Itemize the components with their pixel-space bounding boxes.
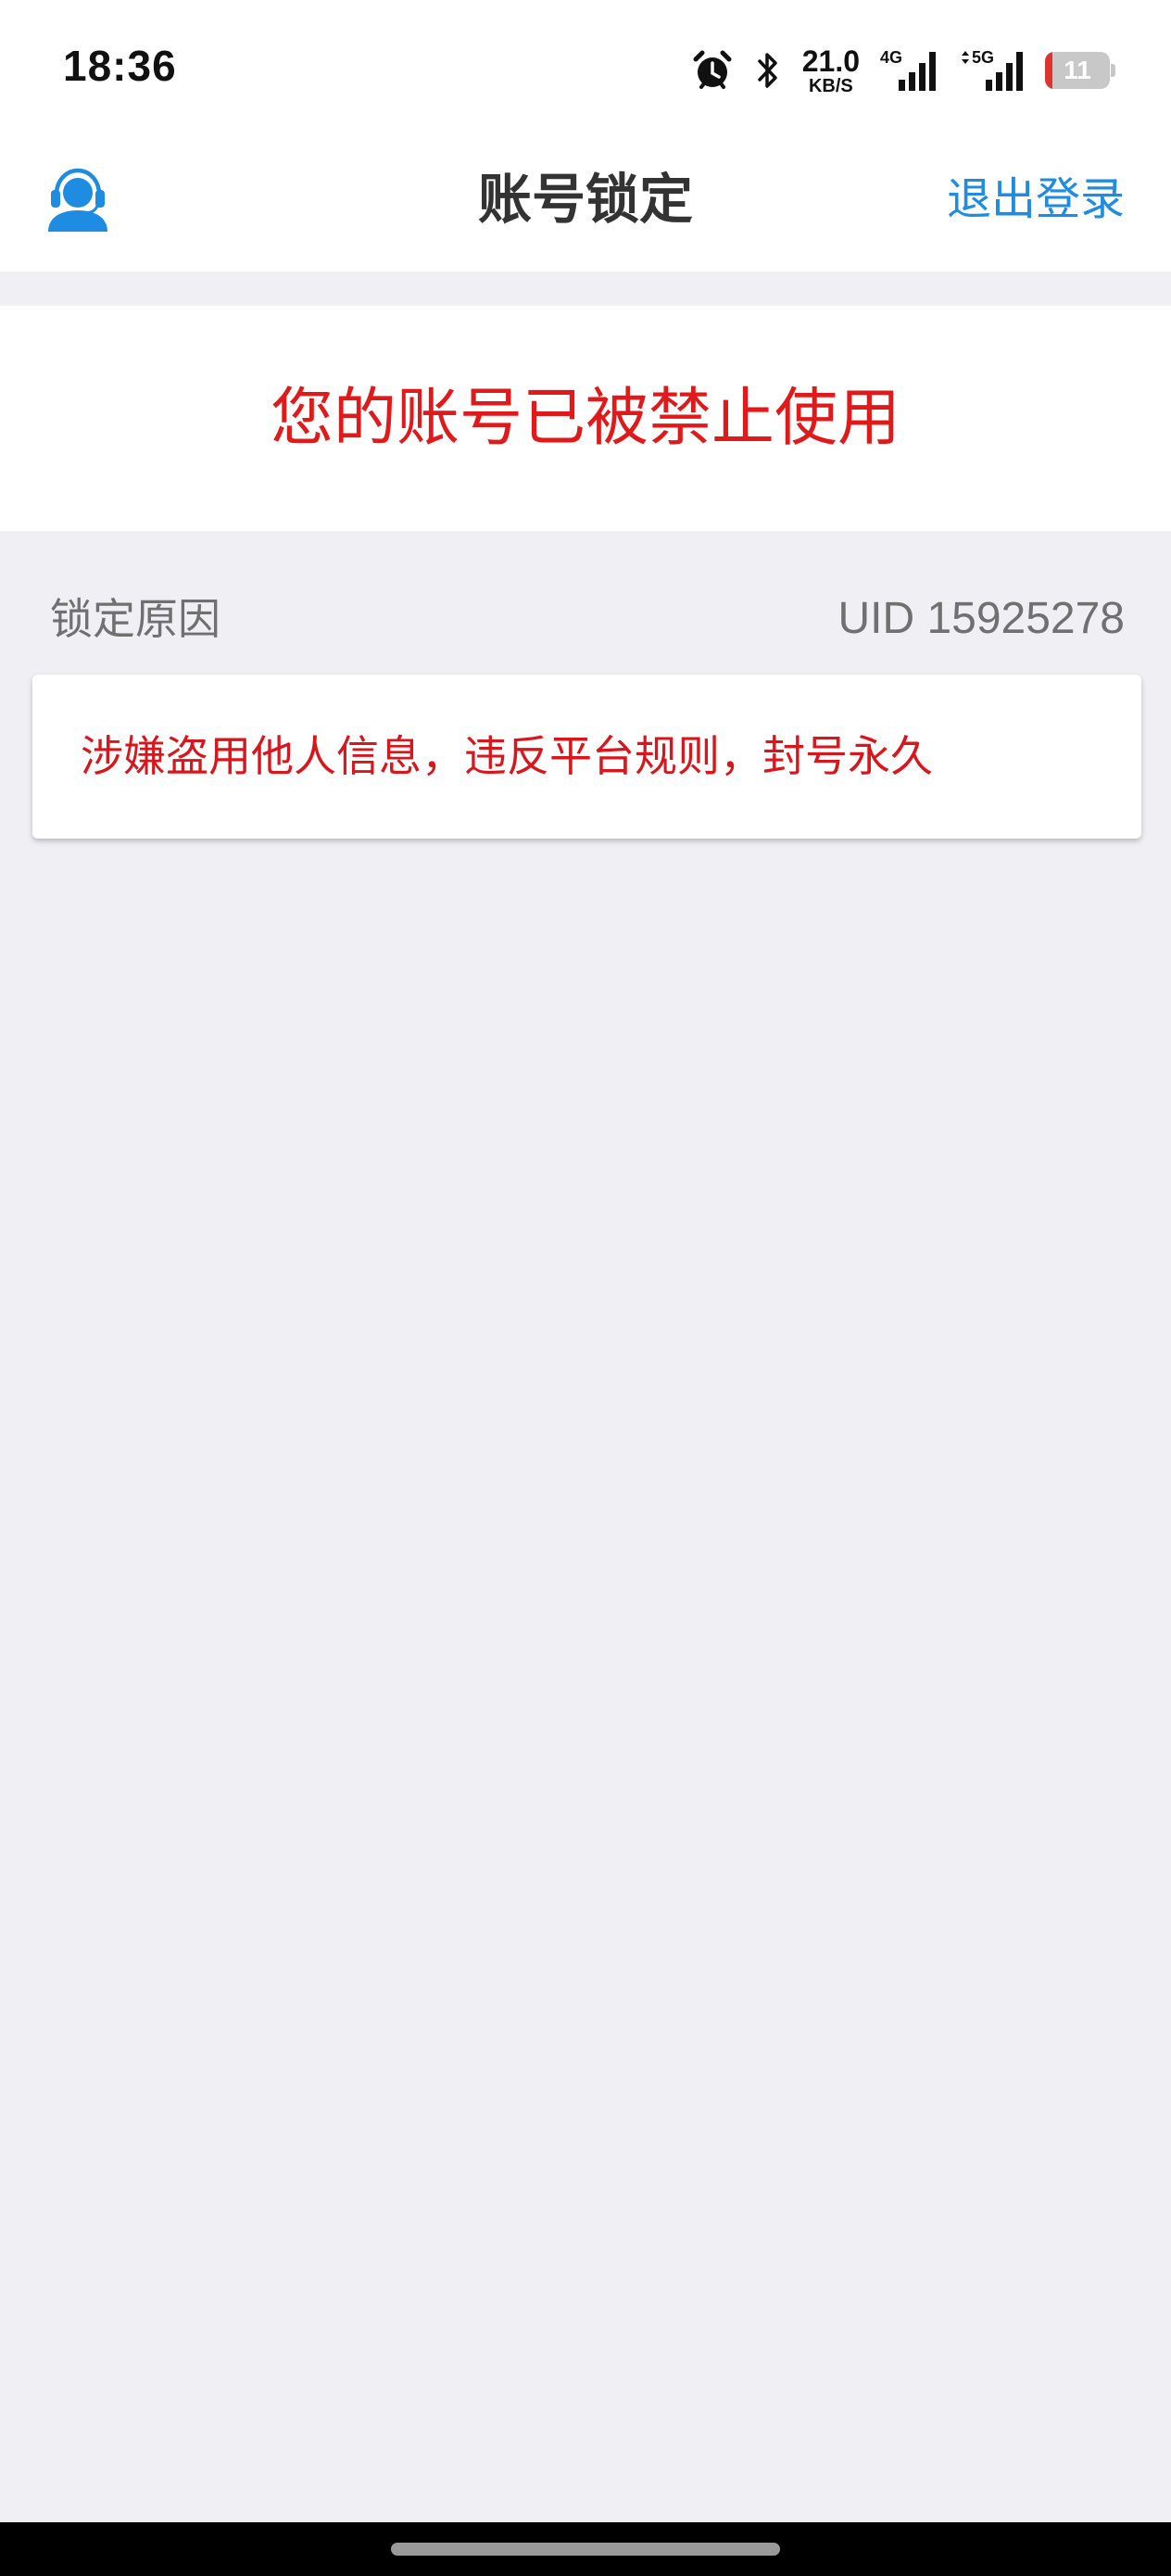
network-speed: 21.0 KB/S (802, 46, 860, 95)
status-bar: 18:36 21.0 KB/S 4G 5G 11 (0, 0, 1171, 139)
network-speed-unit: KB/S (808, 75, 853, 96)
logout-button[interactable]: 退出登录 (947, 139, 1125, 259)
battery-icon: 11 (1045, 52, 1115, 89)
reason-label: 锁定原因 (50, 594, 220, 644)
signal-5g-icon: 5G (962, 48, 1023, 91)
status-icons: 21.0 KB/S 4G 5G 11 (691, 43, 1115, 98)
signal-4g-label: 4G (880, 48, 902, 67)
signal-4g-icon: 4G (880, 48, 936, 91)
nav-bar: 账号锁定 退出登录 (0, 139, 1171, 271)
signal-5g-label: 5G (972, 48, 994, 67)
ban-notice-message: 您的账号已被禁止使用 (270, 382, 900, 455)
alarm-clock-icon (693, 50, 732, 89)
home-indicator[interactable] (391, 2543, 780, 2556)
network-speed-value: 21.0 (801, 44, 860, 78)
battery-level-text: 11 (1064, 56, 1091, 84)
reason-card: 涉嫌盗用他人信息，违反平台规则，封号永久 (32, 675, 1141, 839)
bluetooth-icon (757, 53, 777, 88)
ban-notice-banner: 您的账号已被禁止使用 (0, 306, 1171, 531)
user-id: UID 15925278 (837, 594, 1125, 643)
reason-text: 涉嫌盗用他人信息，违反平台规则，封号永久 (81, 731, 933, 781)
status-time: 18:36 (63, 42, 177, 90)
system-navigation-bar (0, 2522, 1171, 2576)
reason-header: 锁定原因 UID 15925278 (50, 582, 1125, 656)
